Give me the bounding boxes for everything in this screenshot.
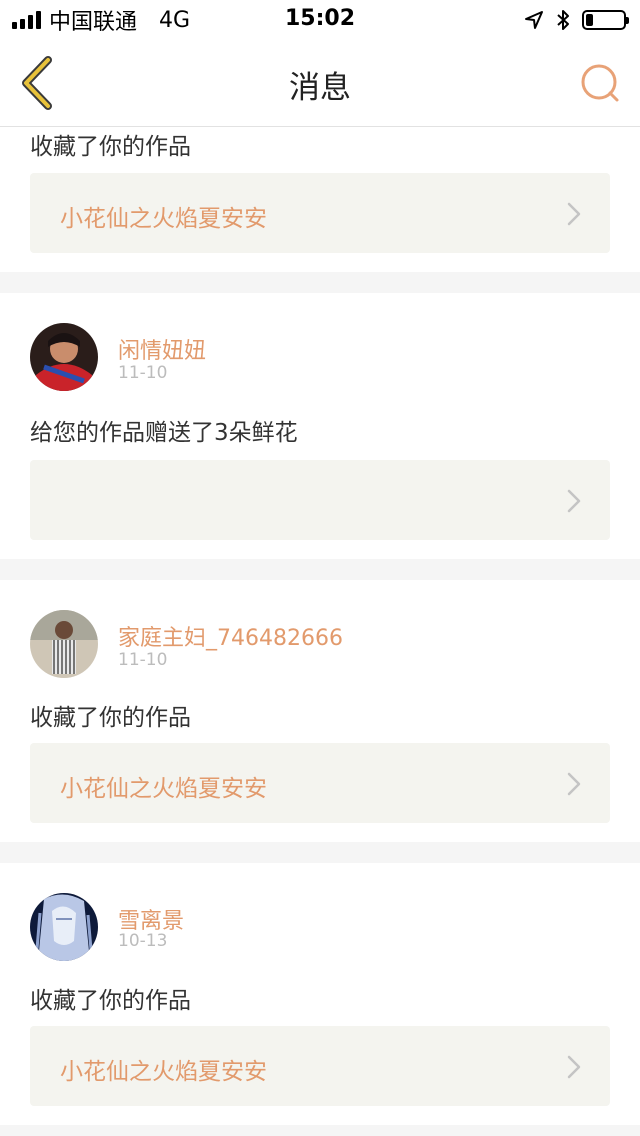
message-card: 闲情妞妞 11-10 给您的作品赠送了3朵鲜花	[0, 293, 640, 559]
message-card: 家庭主妇_746482666 11-10 收藏了你的作品 小花仙之火焰夏安安	[0, 580, 640, 842]
message-card: 雪离景 10-13 收藏了你的作品 小花仙之火焰夏安安	[0, 863, 640, 1125]
message-text: 收藏了你的作品	[30, 134, 191, 160]
timestamp: 11-10	[118, 650, 168, 670]
chevron-right-icon	[567, 1055, 581, 1079]
work-link[interactable]	[30, 460, 610, 540]
avatar[interactable]	[30, 610, 98, 678]
search-icon[interactable]	[578, 61, 622, 105]
work-link[interactable]: 小花仙之火焰夏安安	[30, 173, 610, 253]
battery-level	[586, 14, 593, 26]
work-title: 小花仙之火焰夏安安	[60, 776, 267, 802]
timestamp: 11-10	[118, 363, 168, 383]
message-text: 收藏了你的作品	[30, 705, 191, 731]
work-link[interactable]: 小花仙之火焰夏安安	[30, 743, 610, 823]
nav-bar: 消息	[0, 40, 640, 127]
location-arrow-icon	[525, 11, 543, 29]
bluetooth-icon	[557, 10, 569, 30]
status-bar: 中国联通 4G 15:02	[0, 0, 640, 40]
chevron-right-icon	[567, 202, 581, 226]
avatar[interactable]	[30, 323, 98, 391]
chevron-right-icon	[567, 489, 581, 513]
message-card: 收藏了你的作品 小花仙之火焰夏安安	[0, 127, 640, 272]
page-title: 消息	[289, 70, 351, 106]
timestamp: 10-13	[118, 931, 168, 951]
username[interactable]: 家庭主妇_746482666	[118, 620, 343, 652]
username[interactable]: 闲情妞妞	[118, 333, 206, 365]
work-link[interactable]: 小花仙之火焰夏安安	[30, 1026, 610, 1106]
message-text: 给您的作品赠送了3朵鲜花	[30, 420, 298, 446]
message-text: 收藏了你的作品	[30, 988, 191, 1014]
work-title: 小花仙之火焰夏安安	[60, 206, 267, 232]
work-title: 小花仙之火焰夏安安	[60, 1059, 267, 1085]
chevron-right-icon	[567, 772, 581, 796]
avatar[interactable]	[30, 893, 98, 961]
battery-icon	[582, 10, 629, 30]
